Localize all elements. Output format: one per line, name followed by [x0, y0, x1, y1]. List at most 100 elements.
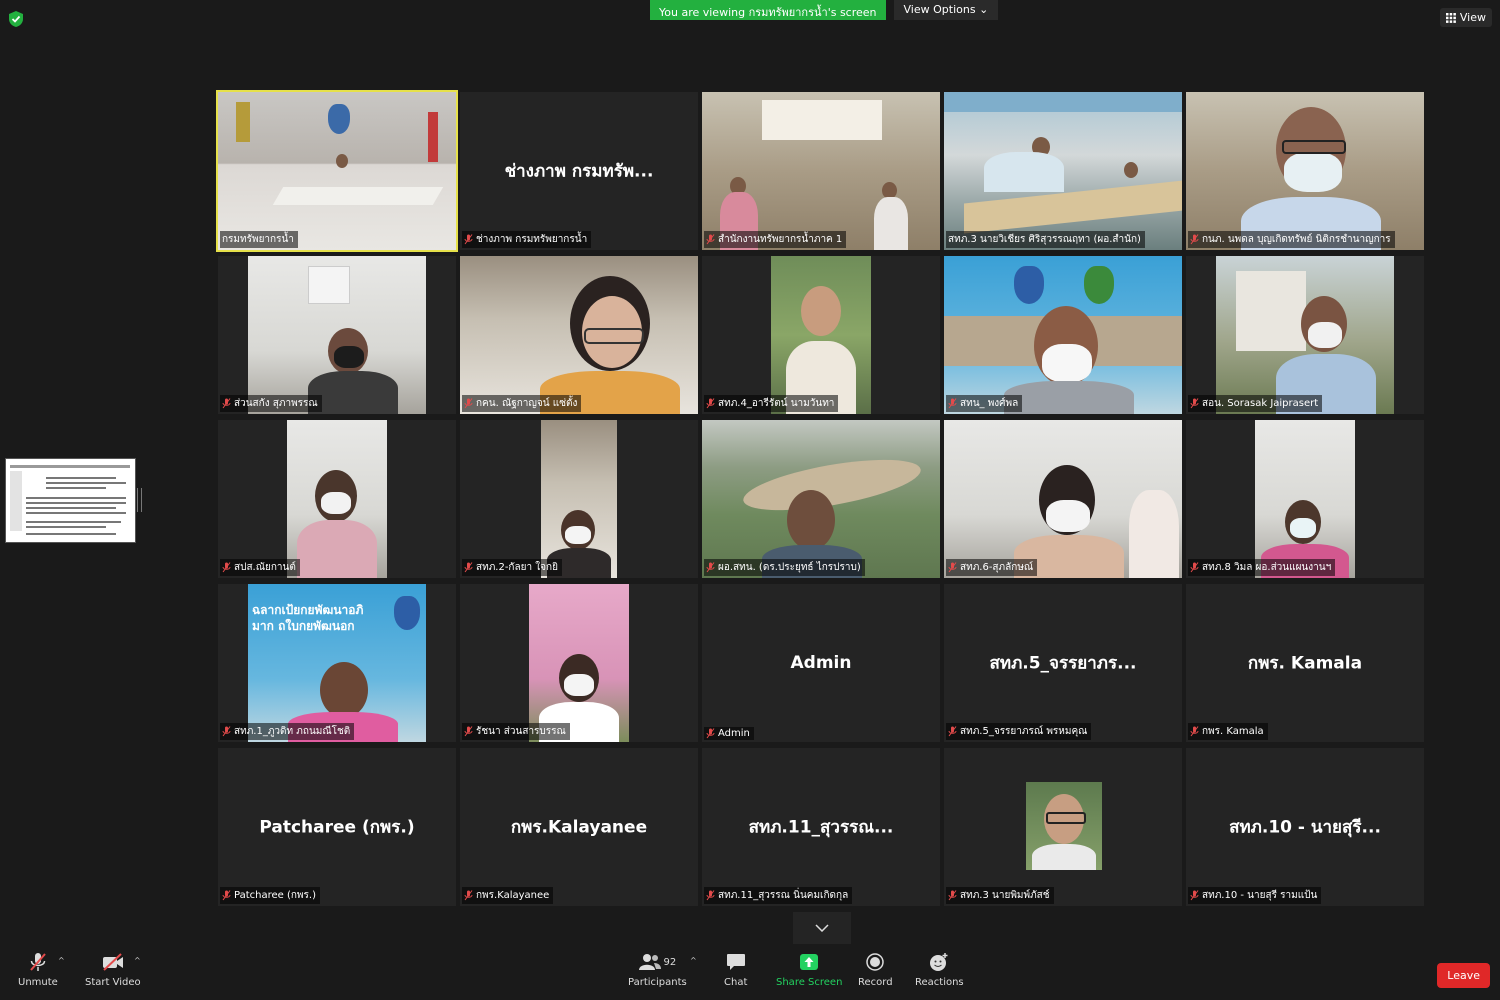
share-screen-button[interactable]: Share Screen: [776, 952, 842, 988]
participant-avatar: [1026, 782, 1102, 870]
audio-options-caret[interactable]: ^: [58, 956, 65, 965]
participant-name-tag: Patcharee (กพร.): [220, 887, 320, 904]
participant-tile[interactable]: สทน_ พงศ์พล: [944, 256, 1182, 414]
participant-name: สทภ.2-กัลยา ใจกยิ: [476, 562, 558, 573]
participant-video: [218, 92, 456, 250]
participant-tile[interactable]: กพร.Kalayanee กพร.Kalayanee: [460, 748, 698, 906]
participant-name: สทภ.6-สุภลักษณ์: [960, 562, 1034, 573]
video-options-caret[interactable]: ^: [134, 956, 141, 965]
participant-name-tag: สอน. Sorasak Jaiprasert: [1188, 395, 1323, 412]
participant-video: ฉลากเป้ยกยพัฒนาอภิมาก ถใบกยพัฒนอก: [248, 584, 426, 742]
participant-video: [1255, 420, 1355, 578]
participant-tile[interactable]: สทภ.10 - นายสุรี... สทภ.10 - นายสุรี ราม…: [1186, 748, 1424, 906]
participant-tile[interactable]: สทภ.11_สุวรรณ... สทภ.11_สุวรรณ นิ่นคมเกิ…: [702, 748, 940, 906]
chat-button[interactable]: Chat: [724, 952, 747, 988]
mic-muted-icon: [222, 562, 231, 573]
participant-name: Admin: [718, 728, 750, 739]
participant-tile[interactable]: ช่างภาพ กรมทรัพ... ช่างภาพ กรมทรัพยากรน้…: [460, 92, 698, 250]
participant-tile[interactable]: กรมทรัพยากรน้ำ: [216, 90, 458, 252]
participant-tile[interactable]: สอน. Sorasak Jaiprasert: [1186, 256, 1424, 414]
security-shield-icon[interactable]: [8, 10, 24, 28]
participant-name: สทภ.11_สุวรรณ นิ่นคมเกิดกุล: [718, 890, 849, 901]
participant-name: สทภ.1_ภูวดิท ภถนมณีโชติ: [234, 726, 351, 737]
participant-display-name: สทภ.10 - นายสุรี...: [1229, 817, 1381, 838]
leave-button[interactable]: Leave: [1437, 963, 1490, 988]
mic-muted-icon: [464, 234, 473, 245]
participant-tile[interactable]: Patcharee (กพร.) Patcharee (กพร.): [218, 748, 456, 906]
participant-tile[interactable]: รัชนา ส่วนสารบรรณ: [460, 584, 698, 742]
viewing-indicator: You are viewing กรมทรัพยากรน้ำ's screen: [650, 0, 886, 20]
participant-name-tag: สทภ.1_ภูวดิท ภถนมณีโชติ: [220, 723, 355, 740]
mic-muted-icon: [948, 890, 957, 901]
participant-name-tag: สทภ.2-กัลยา ใจกยิ: [462, 559, 562, 576]
participants-button[interactable]: 92 Participants: [628, 952, 687, 988]
view-button[interactable]: View: [1439, 8, 1492, 27]
participant-name: กพร. Kamala: [1202, 726, 1264, 737]
participant-tile[interactable]: สทภ.5_จรรยาภร... สทภ.5_จรรยาภรณ์ พรหมคุณ: [944, 584, 1182, 742]
participant-tile[interactable]: สทภ.2-กัลยา ใจกยิ: [460, 420, 698, 578]
participant-tile[interactable]: สทภ.3 นายพิมพ์ภัสช์: [944, 748, 1182, 906]
participant-name-tag: Admin: [704, 727, 754, 740]
collapse-gallery-button[interactable]: [793, 912, 851, 944]
mic-muted-icon: [948, 398, 957, 409]
reactions-button[interactable]: Reactions: [915, 952, 964, 988]
participant-tile[interactable]: ฉลากเป้ยกยพัฒนาอภิมาก ถใบกยพัฒนอก สทภ.1_…: [218, 584, 456, 742]
screen-share-banner: You are viewing กรมทรัพยากรน้ำ's screen …: [650, 0, 999, 20]
virtual-background-text: ฉลากเป้ยกยพัฒนาอภิมาก ถใบกยพัฒนอก: [252, 603, 364, 633]
mic-muted-icon: [464, 398, 473, 409]
participant-video: [1216, 256, 1394, 414]
view-label: View: [1459, 11, 1486, 24]
participants-options-caret[interactable]: ^: [690, 956, 697, 965]
participant-tile[interactable]: สำนักงานทรัพยากรน้ำภาค 1: [702, 92, 940, 250]
participant-name: สทภ.5_จรรยาภรณ์ พรหมคุณ: [960, 726, 1088, 737]
participant-name-tag: สทภ.5_จรรยาภรณ์ พรหมคุณ: [946, 723, 1092, 740]
view-options-button[interactable]: View Options ⌄: [893, 0, 999, 20]
shared-screen-thumbnail[interactable]: [5, 458, 136, 543]
participant-name-tag: กนภ. นพดล บุญเกิดทรัพย์ นิติกรชำนาญการ: [1188, 231, 1395, 248]
participant-name: ผอ.สทน. (ดร.ประยุทธ์ ไกรปราบ): [718, 562, 861, 573]
participant-name-tag: กพร.Kalayanee: [462, 887, 554, 904]
record-button[interactable]: Record: [858, 952, 893, 988]
start-video-button[interactable]: Start Video: [85, 952, 141, 988]
unmute-button[interactable]: Unmute: [18, 952, 58, 988]
chat-icon: [726, 954, 745, 970]
participant-tile[interactable]: กนภ. นพดล บุญเกิดทรัพย์ นิติกรชำนาญการ: [1186, 92, 1424, 250]
participant-name-tag: สทภ.10 - นายสุรี รามแป้น: [1188, 887, 1322, 904]
participant-video: [1186, 92, 1424, 250]
participant-name-tag: ส่วนสกัง สุภาพรรณ: [220, 395, 322, 412]
participant-video: [248, 256, 426, 414]
participant-video: [771, 256, 871, 414]
chat-label: Chat: [724, 977, 748, 988]
participant-name: สทภ.3 นายพิมพ์ภัสช์: [960, 890, 1050, 901]
resize-handle[interactable]: [137, 488, 142, 512]
mic-muted-icon: [464, 562, 473, 573]
participant-video: [702, 420, 940, 578]
participant-tile[interactable]: ผอ.สทน. (ดร.ประยุทธ์ ไกรปราบ): [702, 420, 940, 578]
participant-tile[interactable]: กพร. Kamala กพร. Kamala: [1186, 584, 1424, 742]
participant-tile[interactable]: สทภ.4_อารีรัตน์ นามวันทา: [702, 256, 940, 414]
participant-name: กพร.Kalayanee: [476, 890, 550, 901]
participant-tile[interactable]: สทภ.6-สุภลักษณ์: [944, 420, 1182, 578]
record-icon: [866, 953, 885, 971]
participant-video: [287, 420, 387, 578]
participant-tile[interactable]: สปส.ณัยกานต์: [218, 420, 456, 578]
participant-name: สปส.ณัยกานต์: [234, 562, 296, 573]
participant-tile[interactable]: ส่วนสกัง สุภาพรรณ: [218, 256, 456, 414]
participant-name-tag: สทภ.3 นายวิเชียร ศิริสุวรรณฤทา (ผอ.สำนัก…: [946, 231, 1145, 248]
participant-name: สทน_ พงศ์พล: [960, 398, 1019, 409]
participant-tile[interactable]: สทภ.3 นายวิเชียร ศิริสุวรรณฤทา (ผอ.สำนัก…: [944, 92, 1182, 250]
mic-muted-icon: [1190, 890, 1199, 901]
participant-name-tag: สทภ.3 นายพิมพ์ภัสช์: [946, 887, 1054, 904]
participant-tile[interactable]: Admin Admin: [702, 584, 940, 742]
mic-muted-icon: [706, 890, 715, 901]
participant-tile[interactable]: สทภ.8 วิมล ผอ.ส่วนแผนงานฯ: [1186, 420, 1424, 578]
participant-video: [702, 92, 940, 250]
participant-tile[interactable]: กคน. ณัฐกาญจน์ แซ่ตั้ง: [460, 256, 698, 414]
participant-name: สทภ.10 - นายสุรี รามแป้น: [1202, 890, 1318, 901]
participant-video: [944, 420, 1182, 578]
mic-muted-icon: [222, 890, 231, 901]
view-options-label: View Options: [903, 3, 976, 16]
participants-count: 92: [663, 956, 677, 968]
participant-video: [541, 420, 617, 578]
participant-name-tag: สทภ.6-สุภลักษณ์: [946, 559, 1038, 576]
